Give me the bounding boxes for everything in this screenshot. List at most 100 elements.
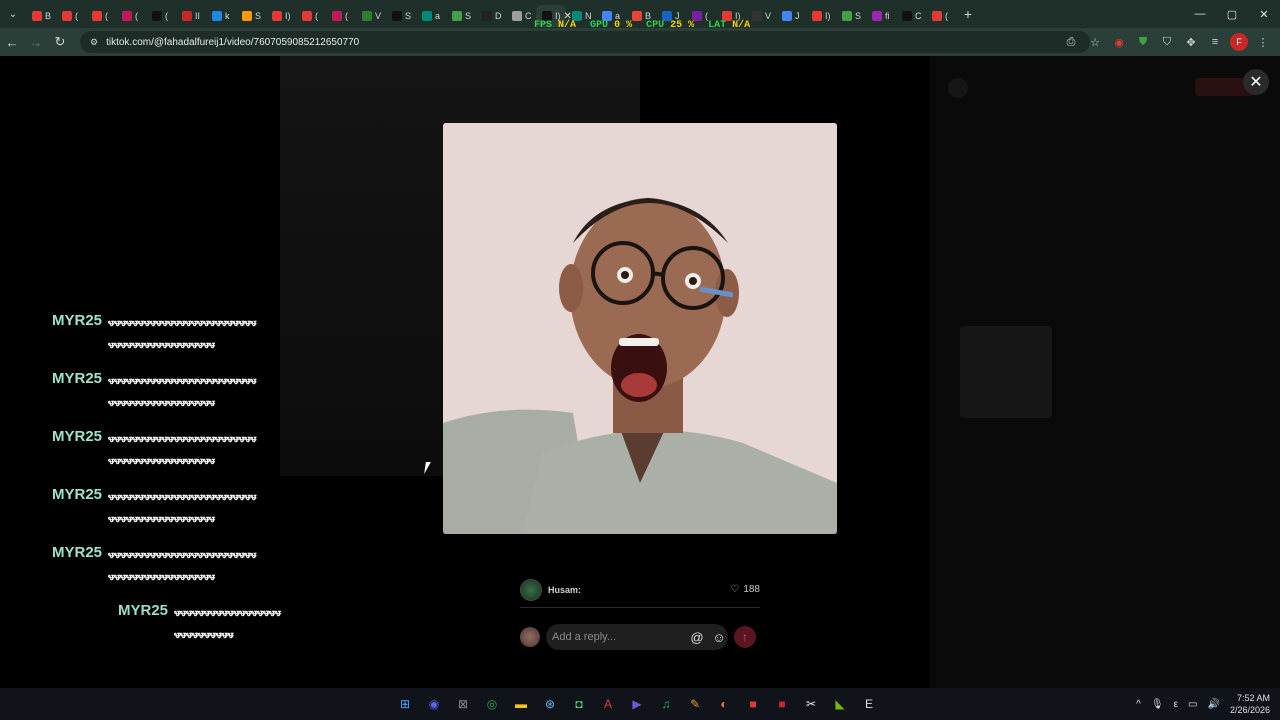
address-bar[interactable]: ⚙ tiktok.com/@fahadalfureij1/video/76070… [80,31,1090,53]
tab-label: C [915,11,922,21]
tab-label: a [435,11,441,21]
volume-icon[interactable]: 🔊 [1208,699,1220,710]
clock[interactable]: 7:52 AM 2/26/2026 [1230,692,1270,716]
browser-tab[interactable]: S [236,5,266,27]
nvidia-icon[interactable]: ◣ [829,693,851,715]
chrome-icon[interactable]: ◎ [481,693,503,715]
forward-button[interactable]: → [24,28,48,56]
new-tab-button[interactable]: + [956,6,980,22]
close-overlay-button[interactable]: ✕ [1243,69,1269,95]
emoji-icon[interactable]: ☺ [710,630,728,645]
epic-icon[interactable]: E [858,693,880,715]
adobe-icon[interactable]: A [597,693,619,715]
browser-tab[interactable]: ( [296,5,326,27]
language-icon[interactable]: ε [1174,699,1178,710]
browser-tab[interactable]: C [896,5,926,27]
browser-tab[interactable]: ( [56,5,86,27]
maximize-button[interactable]: ▢ [1216,0,1248,28]
record-icon[interactable]: ■ [742,693,764,715]
reload-button[interactable]: ↻ [48,28,72,56]
browser-tab[interactable]: V [746,5,776,27]
extensions-puzzle-icon[interactable]: ✥ [1182,33,1200,51]
reply-input[interactable]: Add a reply... @ ☺ [546,624,728,650]
tab-label: S [405,11,412,21]
heart-icon[interactable]: ♡ [730,584,739,595]
browser-tab[interactable]: ( [326,5,356,27]
browser-tab[interactable]: C [506,5,536,27]
profile-avatar[interactable]: F [1230,33,1248,51]
spotify-icon[interactable]: ♫ [655,693,677,715]
tab-favicon-icon [482,11,492,21]
browser-tab[interactable]: J [776,5,806,27]
tab-favicon-icon [392,11,402,21]
browser-tab[interactable]: a [416,5,446,27]
media-control-icon[interactable]: ≡ [1206,33,1224,51]
commenter-avatar[interactable] [520,578,542,601]
menu-kebab-icon[interactable]: ⋮ [1254,33,1272,51]
browser-tab[interactable]: S [446,5,476,27]
browser-tab[interactable]: ( [116,5,146,27]
browser-tab[interactable]: V [356,5,386,27]
close-window-button[interactable]: ✕ [1248,0,1280,28]
extension-block-icon[interactable]: ⛉ [1158,33,1176,51]
tab-label: V [765,11,772,21]
browser-tab[interactable]: D [476,5,506,27]
chat-username: MYR25 [52,428,103,445]
browser-tab[interactable]: ( [926,5,956,27]
app-red-icon[interactable]: ■ [771,693,793,715]
toolbar-actions: ⎙ ☆ ◉ ⛊ ⛉ ✥ ≡ F ⋮ [1062,28,1280,56]
comment-like[interactable]: ♡ 188 [730,584,760,595]
extension-shield-icon[interactable]: ⛊ [1134,33,1152,51]
mention-icon[interactable]: @ [688,630,706,645]
folder-icon[interactable]: ▬ [510,693,532,715]
reply-bar: Add a reply... @ ☺ ↑ [520,624,762,650]
browser-tab[interactable]: B [26,5,56,27]
media-icon[interactable]: ▶ [626,693,648,715]
chat-message: MYR25 ꮰꮰꮰꮰꮰꮰꮰꮰꮰꮰꮰꮰꮰꮰꮰꮰꮰꮰꮰꮰꮰꮰꮰꮰꮰꮰꮰꮰ [118,602,282,646]
tab-favicon-icon [752,11,762,21]
tray-chevron-icon[interactable]: ^ [1136,699,1141,710]
video-player[interactable] [443,123,837,534]
network-icon[interactable]: ▭ [1188,699,1197,710]
install-app-icon[interactable]: ⎙ [1062,33,1080,51]
chat-username: MYR25 [52,486,103,503]
site-info-icon[interactable]: ⚙ [90,37,98,48]
start-icon[interactable]: ⊞ [394,693,416,715]
tab-favicon-icon [62,11,72,21]
my-avatar [520,627,540,647]
comment-author[interactable]: Husam: [548,585,724,595]
bookmark-star-icon[interactable]: ☆ [1086,33,1104,51]
xbox-icon[interactable]: ⊠ [452,693,474,715]
extension-red-icon[interactable]: ◉ [1110,33,1128,51]
chat-message: MYR25 ꮰꮰꮰꮰꮰꮰꮰꮰꮰꮰꮰꮰꮰꮰꮰꮰꮰꮰꮰꮰꮰꮰꮰꮰꮰꮰꮰꮰꮰꮰꮰꮰꮰꮰꮰ… [52,486,282,530]
comment-row[interactable]: Husam: ♡ 188 [520,572,760,608]
browser-tab[interactable]: fi [866,5,896,27]
pen-icon[interactable]: ✎ [684,693,706,715]
browser-tab[interactable]: S [836,5,866,27]
send-reply-button[interactable]: ↑ [734,626,756,648]
windows-taskbar: ⊞ ◉ ⊠ ◎ ▬ ⊛ ◘ A ▶ ♫ ✎ ◐ ■ ■ ✂ ◣ E ^ 🎙 ε ▭ 🔊 7:52 AM 2/26… [0,688,1280,720]
tab-label: B [45,11,52,21]
discord-icon[interactable]: ◉ [423,693,445,715]
tab-search-button[interactable]: ⌄ [0,0,26,28]
chat-text: ꮰꮰꮰꮰꮰꮰꮰꮰꮰꮰꮰꮰꮰꮰꮰꮰꮰꮰꮰꮰꮰꮰꮰꮰꮰꮰꮰꮰꮰꮰꮰꮰꮰꮰꮰꮰꮰꮰꮰꮰ… [108,549,257,583]
capcut-icon[interactable]: ✂ [800,693,822,715]
browser-tab[interactable]: ( [86,5,116,27]
tab-label: ( [315,11,318,21]
browser-tab[interactable]: I) [266,5,296,27]
steam-icon[interactable]: ⊛ [539,693,561,715]
back-button[interactable]: ← [0,28,24,56]
browser-tab[interactable]: II [176,5,206,27]
tab-label: ( [105,11,108,21]
browser-tab[interactable]: S [386,5,416,27]
microphone-icon[interactable]: 🎙 [1151,699,1164,710]
browser-tab[interactable]: I) [806,5,836,27]
android-icon[interactable]: ◘ [568,693,590,715]
tab-list: B((((II k S I)((V Sa S D C I) ✕ Na B J(I) V J I) Sfi C( [26,0,956,28]
browser-tab[interactable]: ( [146,5,176,27]
browser-tab[interactable]: k [206,5,236,27]
minimize-button[interactable]: — [1184,0,1216,28]
taskbar-apps: ⊞ ◉ ⊠ ◎ ▬ ⊛ ◘ A ▶ ♫ ✎ ◐ ■ ■ ✂ ◣ E [394,688,880,720]
tab-label: S [465,11,472,21]
firefox-icon[interactable]: ◐ [713,693,735,715]
